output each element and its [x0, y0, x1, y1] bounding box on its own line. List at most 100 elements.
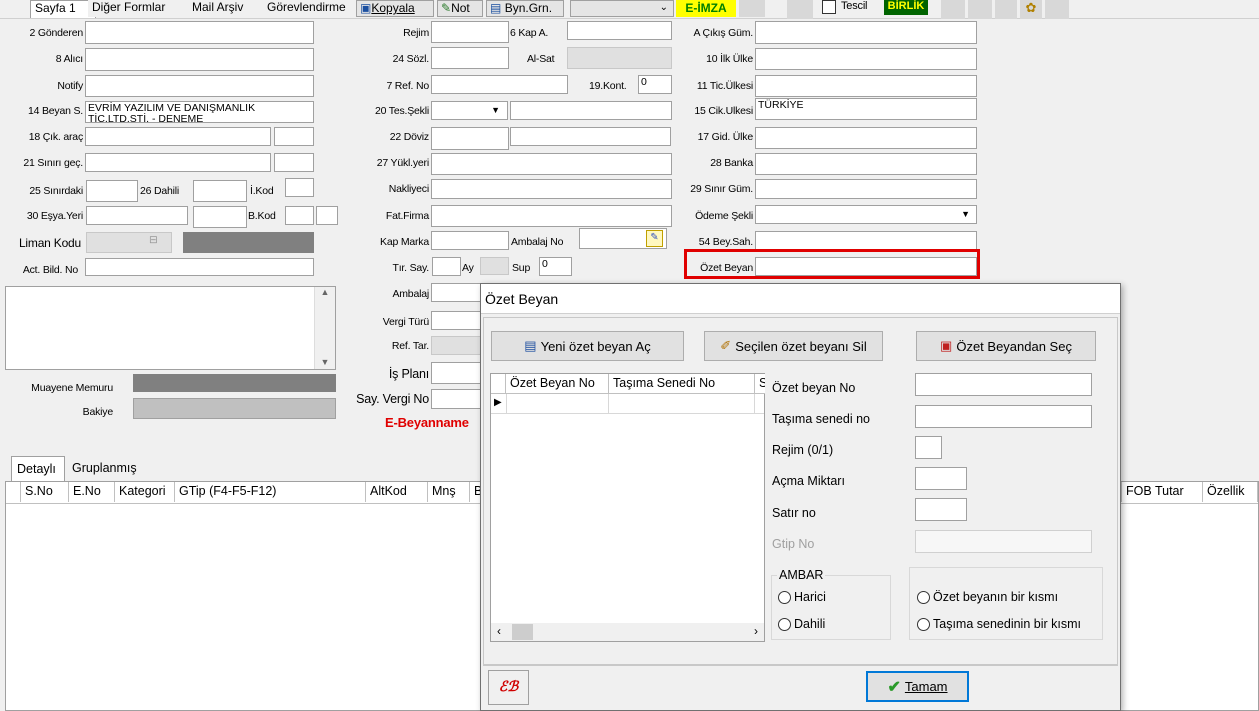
- esya-yeri-code-field[interactable]: [193, 206, 247, 228]
- bkod-field[interactable]: [285, 206, 314, 225]
- ozet-bir-kismi-radio[interactable]: Özet beyanın bir kısmı: [917, 590, 1058, 604]
- toolbar-button-blank-2[interactable]: [787, 0, 813, 19]
- column-header[interactable]: Mnş: [428, 482, 470, 502]
- tools-icon-button[interactable]: ✿: [1020, 0, 1042, 19]
- column-header[interactable]: Taşıma Senedi No: [609, 374, 755, 394]
- gonderen-field[interactable]: [85, 21, 314, 44]
- liman-kodu-field[interactable]: ⊟: [86, 232, 172, 253]
- sinir-gum-field[interactable]: [755, 179, 977, 199]
- sinirdaki-field[interactable]: [86, 180, 138, 202]
- tic-ulkesi-field[interactable]: [755, 75, 977, 97]
- column-header[interactable]: GTip (F4-F5-F12): [175, 482, 366, 502]
- esya-yeri-field[interactable]: [86, 206, 188, 225]
- vergi-turu-field[interactable]: [431, 311, 483, 330]
- kap-marka-field[interactable]: [431, 231, 509, 250]
- horizontal-scrollbar[interactable]: ‹ ›: [491, 623, 764, 641]
- doviz-field[interactable]: [431, 127, 509, 150]
- table-row[interactable]: ▶: [491, 394, 764, 414]
- satir-no-field[interactable]: [915, 498, 967, 521]
- tes-sekli-select[interactable]: ▼: [431, 101, 508, 120]
- ozet-beyan-no-field[interactable]: [915, 373, 1092, 396]
- tes-sekli-description[interactable]: [510, 101, 672, 120]
- notify-field[interactable]: [85, 75, 314, 97]
- delete-ozet-beyan-button[interactable]: ✐ Seçilen özet beyanı Sil: [704, 331, 883, 361]
- ilk-ulke-field[interactable]: [755, 48, 977, 70]
- dahili-field[interactable]: [193, 180, 247, 202]
- column-header[interactable]: Özellik: [1203, 482, 1258, 502]
- kopyala-button[interactable]: ▣Kopyala: [356, 0, 434, 17]
- tir-say-field[interactable]: [432, 257, 461, 276]
- new-ozet-beyan-button[interactable]: ▤ Yeni özet beyan Aç: [491, 331, 684, 361]
- column-header[interactable]: S.No: [21, 482, 69, 502]
- not-button[interactable]: ✎Not: [437, 0, 483, 17]
- column-header[interactable]: S: [755, 374, 765, 394]
- cik-arac-field[interactable]: [85, 127, 271, 146]
- ambalaj-field[interactable]: [431, 283, 483, 302]
- rejim-field[interactable]: [431, 21, 509, 43]
- ambalaj-no-field[interactable]: ✎: [579, 228, 667, 249]
- banka-field[interactable]: [755, 153, 977, 175]
- select-from-ozet-beyan-button[interactable]: ▣ Özet Beyandan Seç: [916, 331, 1096, 361]
- grid-cell[interactable]: [609, 394, 755, 414]
- kap-a-field[interactable]: [567, 21, 672, 40]
- bkod-extra-field[interactable]: [316, 206, 338, 225]
- ikod-field[interactable]: [285, 178, 314, 197]
- birlik-button[interactable]: BİRLİK: [884, 0, 928, 15]
- is-plani-field[interactable]: [431, 362, 483, 384]
- beyan-s-field[interactable]: EVRİM YAZILIM VE DANIŞMANLIK TİC.LTD.ŞTİ…: [85, 101, 314, 123]
- doviz-description[interactable]: [510, 127, 671, 146]
- scroll-right-icon[interactable]: ›: [754, 624, 758, 638]
- gid-ulke-field[interactable]: [755, 127, 977, 149]
- tab-diger-formlar[interactable]: Diğer Formlar: [88, 0, 189, 17]
- harici-radio[interactable]: Harici: [778, 590, 826, 604]
- odeme-sekli-select[interactable]: ▼: [755, 205, 977, 224]
- toolbar-button-blank-5[interactable]: [995, 0, 1017, 19]
- tamam-button[interactable]: ✔ Tamam: [866, 671, 969, 702]
- nakliyeci-field[interactable]: [431, 179, 672, 199]
- sinir-gec-field[interactable]: [85, 153, 271, 172]
- rejim-field[interactable]: [915, 436, 942, 459]
- notes-scrollbar[interactable]: ▲ ▼: [314, 287, 335, 369]
- notes-textarea[interactable]: [5, 286, 336, 370]
- sup-field[interactable]: 0: [539, 257, 572, 276]
- eimza-button[interactable]: E-İMZA: [676, 0, 736, 17]
- tasima-bir-kismi-radio[interactable]: Taşıma senedinin bir kısmı: [917, 617, 1081, 631]
- edit-icon[interactable]: ✎: [646, 230, 663, 247]
- tab-sayfa-1[interactable]: Sayfa 1: [30, 0, 96, 18]
- cikis-gum-field[interactable]: [755, 21, 977, 44]
- yukl-yeri-field[interactable]: [431, 153, 672, 175]
- sozl-field[interactable]: [431, 47, 509, 69]
- acma-miktari-field[interactable]: [915, 467, 967, 490]
- eb-logo-icon[interactable]: ℰℬ: [488, 670, 529, 705]
- sinir-gec-code-field[interactable]: [274, 153, 314, 172]
- scroll-left-icon[interactable]: ‹: [497, 624, 501, 638]
- column-header[interactable]: Özet Beyan No: [506, 374, 609, 394]
- scroll-down-icon[interactable]: ▼: [315, 357, 335, 367]
- alici-field[interactable]: [85, 48, 314, 71]
- column-header[interactable]: FOB Tutar: [1121, 482, 1203, 502]
- toolbar-button-blank-6[interactable]: [1045, 0, 1069, 19]
- byn-grn-button[interactable]: ▤ Byn.Grn.: [486, 0, 564, 17]
- tab-mail-arsiv[interactable]: Mail Arşiv: [188, 0, 269, 17]
- fat-firma-field[interactable]: [431, 205, 672, 227]
- scroll-thumb[interactable]: [512, 624, 533, 640]
- scroll-up-icon[interactable]: ▲: [315, 287, 335, 297]
- column-header[interactable]: AltKod: [366, 482, 428, 502]
- ref-no-field[interactable]: [431, 75, 568, 94]
- grid-cell[interactable]: [506, 394, 609, 414]
- tab-detayli[interactable]: Detaylı: [11, 456, 65, 481]
- tescil-checkbox[interactable]: [822, 0, 836, 14]
- toolbar-dropdown[interactable]: ⌄: [570, 0, 674, 17]
- toolbar-button-blank-4[interactable]: [968, 0, 992, 19]
- say-vergi-no-field[interactable]: [431, 389, 483, 409]
- dahili-radio[interactable]: Dahili: [778, 617, 825, 631]
- kont-field[interactable]: 0: [638, 75, 672, 94]
- tasima-senedi-no-field[interactable]: [915, 405, 1092, 428]
- toolbar-button-blank-1[interactable]: [739, 0, 765, 17]
- tab-gruplanmis[interactable]: Gruplanmış: [68, 458, 148, 478]
- column-header[interactable]: Kategori: [115, 482, 175, 502]
- cik-ulkesi-field[interactable]: TÜRKİYE: [755, 98, 977, 120]
- cik-arac-code-field[interactable]: [274, 127, 314, 146]
- tab-gorevlendirme[interactable]: Görevlendirme: [263, 0, 363, 17]
- act-bild-no-field[interactable]: [85, 258, 314, 276]
